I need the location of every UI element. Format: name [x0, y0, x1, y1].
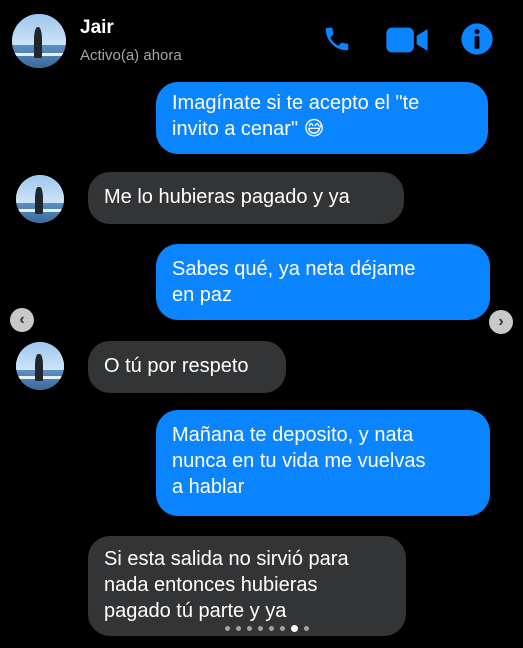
- info-icon[interactable]: [460, 22, 494, 56]
- carousel-dot[interactable]: [247, 626, 252, 631]
- carousel-dot[interactable]: [291, 625, 298, 632]
- carousel-dot[interactable]: [304, 626, 309, 631]
- carousel-dot[interactable]: [280, 626, 285, 631]
- contact-avatar[interactable]: [16, 342, 64, 390]
- next-image-arrow[interactable]: ›: [489, 310, 513, 334]
- phone-icon[interactable]: [320, 24, 354, 54]
- chat-header: Jair Activo(a) ahora: [0, 0, 523, 76]
- outgoing-message[interactable]: Imagínate si te acepto el "te invito a c…: [156, 82, 488, 154]
- carousel-pagination: [225, 625, 309, 632]
- contact-status: Activo(a) ahora: [80, 47, 182, 64]
- contact-name[interactable]: Jair: [80, 17, 114, 39]
- carousel-dot[interactable]: [236, 626, 241, 631]
- outgoing-message[interactable]: Sabes qué, ya neta déjame en paz: [156, 244, 490, 320]
- video-camera-icon[interactable]: [385, 26, 429, 54]
- contact-avatar[interactable]: [16, 175, 64, 223]
- incoming-message[interactable]: O tú por respeto: [88, 341, 286, 393]
- previous-image-arrow[interactable]: ‹: [10, 308, 34, 332]
- contact-avatar[interactable]: [12, 14, 66, 68]
- carousel-dot[interactable]: [258, 626, 263, 631]
- carousel-dot[interactable]: [269, 626, 274, 631]
- incoming-message[interactable]: Si esta salida no sirvió para nada enton…: [88, 536, 406, 636]
- incoming-message[interactable]: Me lo hubieras pagado y ya: [88, 172, 404, 224]
- outgoing-message[interactable]: Mañana te deposito, y nata nunca en tu v…: [156, 410, 490, 516]
- carousel-dot[interactable]: [225, 626, 230, 631]
